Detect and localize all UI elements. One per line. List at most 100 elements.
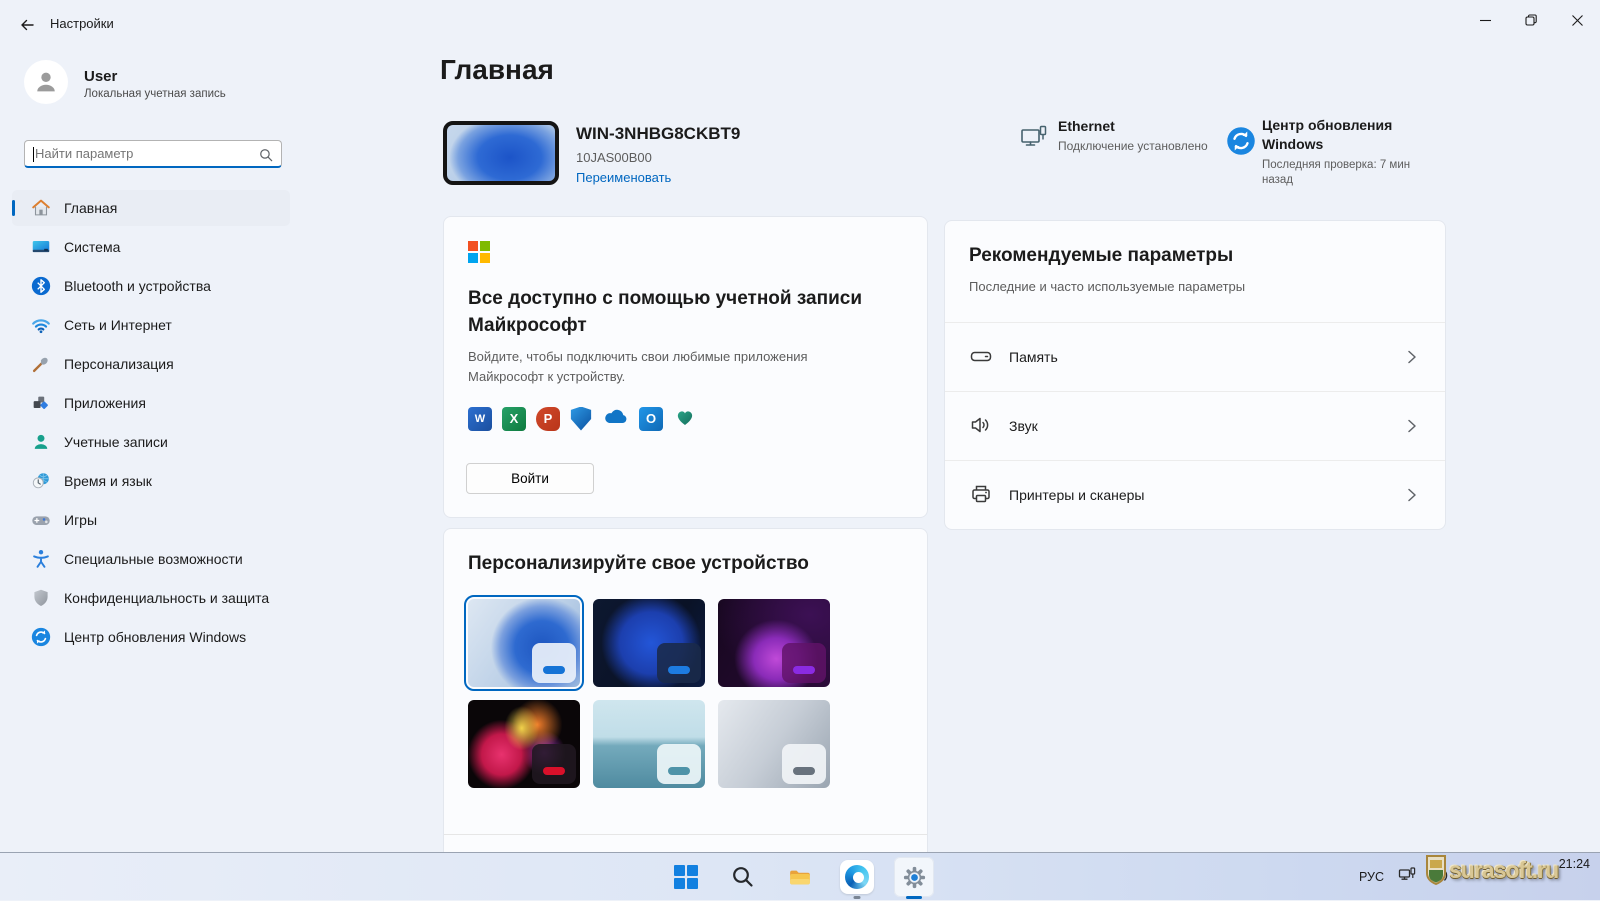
theme-preview bbox=[532, 643, 576, 683]
sidebar-item-label: Время и язык bbox=[64, 473, 152, 489]
sidebar-item-label: Сеть и Интернет bbox=[64, 317, 172, 333]
sidebar-item-apps[interactable]: Приложения bbox=[12, 385, 290, 421]
sidebar-item-label: Персонализация bbox=[64, 356, 174, 372]
rename-link[interactable]: Переименовать bbox=[576, 170, 671, 185]
app-title: Настройки bbox=[50, 16, 114, 31]
sidebar-item-gaming[interactable]: Игры bbox=[12, 502, 290, 538]
theme-preview bbox=[782, 643, 826, 683]
microsoft-logo-icon bbox=[468, 241, 490, 263]
watermark-text: surasoft.ru bbox=[1449, 856, 1559, 883]
sidebar-item-system[interactable]: Система bbox=[12, 229, 290, 265]
running-indicator bbox=[853, 896, 861, 899]
wallpaper-thumb-bloom-dark[interactable] bbox=[589, 595, 709, 691]
sidebar-item-personalization[interactable]: Персонализация bbox=[12, 346, 290, 382]
storage-icon bbox=[969, 344, 993, 371]
device-name: WIN-3NHBG8CKBT9 bbox=[576, 124, 741, 143]
user-icon bbox=[37, 72, 55, 92]
user-account-type: Локальная учетная запись bbox=[84, 88, 226, 100]
search-box[interactable] bbox=[24, 140, 282, 168]
sidebar-item-accounts[interactable]: Учетные записи bbox=[12, 424, 290, 460]
sound-icon bbox=[969, 413, 993, 440]
search-icon bbox=[733, 867, 753, 887]
titlebar: Настройки bbox=[0, 0, 1600, 48]
brush-icon bbox=[30, 353, 52, 375]
taskbar-search-button[interactable] bbox=[723, 857, 763, 897]
sidebar-item-privacy-security[interactable]: Конфиденциальность и защита bbox=[12, 580, 290, 616]
accounts-icon bbox=[30, 431, 52, 453]
sidebar-nav: Главная Система Bluetooth и устройства С… bbox=[12, 190, 290, 655]
microsoft-account-card: Все доступно с помощью учетной записи Ма… bbox=[443, 216, 928, 518]
language-indicator[interactable]: РУС bbox=[1359, 870, 1384, 884]
settings-button[interactable] bbox=[894, 857, 934, 899]
back-button[interactable] bbox=[14, 12, 40, 38]
apps-icon bbox=[30, 392, 52, 414]
edge-browser-button[interactable] bbox=[837, 857, 877, 899]
sidebar-item-windows-update[interactable]: Центр обновления Windows bbox=[12, 619, 290, 655]
sidebar-item-bluetooth-devices[interactable]: Bluetooth и устройства bbox=[12, 268, 290, 304]
ethernet-title[interactable]: Ethernet bbox=[1058, 118, 1115, 134]
file-explorer-button[interactable] bbox=[780, 857, 820, 897]
onedrive-icon bbox=[602, 407, 629, 430]
back-arrow-icon bbox=[21, 19, 34, 31]
theme-preview bbox=[657, 744, 701, 784]
recommended-subheading: Последние и часто используемые параметры bbox=[969, 279, 1246, 294]
bluetooth-icon bbox=[30, 275, 52, 297]
excel-icon: X bbox=[502, 406, 526, 431]
defender-icon bbox=[570, 406, 592, 431]
sidebar-item-network-internet[interactable]: Сеть и Интернет bbox=[12, 307, 290, 343]
folder-icon bbox=[789, 870, 810, 884]
sidebar-item-time-language[interactable]: Время и язык bbox=[12, 463, 290, 499]
minimize-button[interactable] bbox=[1462, 0, 1508, 40]
windows-logo-icon bbox=[674, 865, 698, 889]
avatar[interactable] bbox=[24, 60, 68, 104]
taskbar: РУС 21:24 bbox=[0, 852, 1600, 900]
edge-icon bbox=[840, 860, 874, 894]
search-icon bbox=[260, 149, 273, 162]
word-icon: W bbox=[468, 406, 492, 431]
windows-update-title[interactable]: Центр обновления Windows bbox=[1262, 116, 1412, 154]
recommended-row-sound[interactable]: Звук bbox=[945, 391, 1445, 460]
personalize-card: Персонализируйте свое устройство bbox=[443, 528, 928, 852]
personalize-heading: Персонализируйте свое устройство bbox=[468, 553, 809, 574]
close-button[interactable] bbox=[1554, 0, 1600, 40]
ethernet-icon bbox=[1018, 122, 1050, 159]
sidebar-item-home[interactable]: Главная bbox=[12, 190, 290, 226]
tray-network-icon[interactable] bbox=[1398, 866, 1417, 888]
gear-icon bbox=[903, 866, 925, 888]
sidebar-item-label: Bluetooth и устройства bbox=[64, 278, 211, 294]
restore-button[interactable] bbox=[1508, 0, 1554, 40]
sidebar-item-accessibility[interactable]: Специальные возможности bbox=[12, 541, 290, 577]
sidebar-item-label: Игры bbox=[64, 512, 98, 528]
time-language-icon bbox=[30, 470, 52, 492]
divider bbox=[444, 834, 927, 835]
sidebar-item-label: Центр обновления Windows bbox=[64, 629, 247, 645]
sidebar-item-label: Специальные возможности bbox=[64, 551, 243, 567]
home-icon bbox=[30, 197, 52, 219]
chevron-right-icon bbox=[1404, 487, 1419, 506]
page-title: Главная bbox=[440, 54, 554, 85]
system-icon bbox=[30, 236, 52, 258]
windows-update-status-icon bbox=[1226, 126, 1256, 161]
family-safety-icon bbox=[673, 405, 697, 432]
signin-button[interactable]: Войти bbox=[466, 463, 594, 494]
row-label: Память bbox=[1009, 349, 1058, 365]
sidebar: User Локальная учетная запись Главная Си… bbox=[0, 48, 300, 852]
account-card-heading: Все доступно с помощью учетной записи Ма… bbox=[468, 288, 863, 336]
watermark-emblem-icon bbox=[1426, 855, 1446, 886]
gamepad-icon bbox=[30, 509, 52, 531]
recommended-row-printers[interactable]: Принтеры и сканеры bbox=[945, 460, 1445, 529]
wallpaper-thumb-glow-purple[interactable] bbox=[714, 595, 834, 691]
recommended-heading: Рекомендуемые параметры bbox=[969, 245, 1234, 266]
wallpaper-thumb-landscape[interactable] bbox=[589, 696, 709, 792]
wallpaper-thumb-flow-gray[interactable] bbox=[714, 696, 834, 792]
row-label: Принтеры и сканеры bbox=[1009, 487, 1145, 503]
ms-apps-row: W X P O bbox=[468, 405, 697, 432]
start-button[interactable] bbox=[666, 857, 706, 897]
accessibility-icon bbox=[30, 548, 52, 570]
recommended-settings-card: Рекомендуемые параметры Последние и част… bbox=[944, 220, 1446, 530]
recommended-row-storage[interactable]: Память bbox=[945, 322, 1445, 391]
row-label: Звук bbox=[1009, 418, 1038, 434]
wallpaper-thumb-bloom-light[interactable] bbox=[464, 595, 584, 691]
wallpaper-thumb-flower-dark[interactable] bbox=[464, 696, 584, 792]
search-input[interactable] bbox=[25, 141, 281, 166]
